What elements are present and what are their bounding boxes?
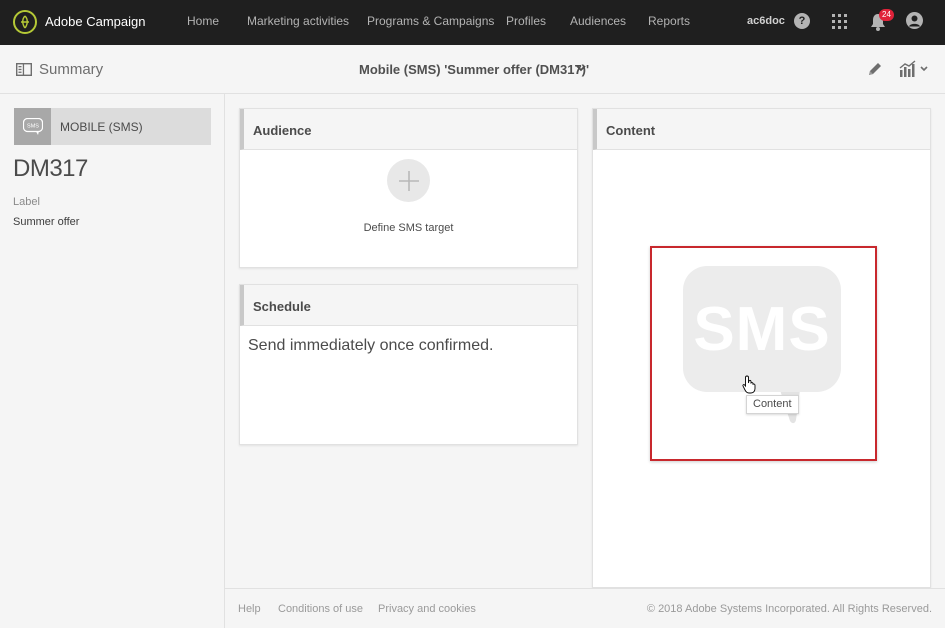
user-avatar-icon[interactable] bbox=[906, 12, 923, 29]
label-caption: Label bbox=[13, 196, 40, 208]
delivery-code: DM317 bbox=[13, 155, 88, 182]
schedule-card[interactable]: Schedule Send immediately once confirmed… bbox=[239, 284, 578, 445]
nav-home[interactable]: Home bbox=[187, 14, 219, 28]
summary-sidebar: SMS MOBILE (SMS) DM317 Label Summer offe… bbox=[0, 94, 225, 628]
copyright-text: © 2018 Adobe Systems Incorporated. All R… bbox=[646, 603, 932, 615]
channel-label: MOBILE (SMS) bbox=[60, 120, 143, 134]
sms-bubble-label: SMS bbox=[693, 294, 831, 364]
define-sms-target-link[interactable]: Define SMS target bbox=[240, 222, 577, 234]
hand-cursor-icon bbox=[742, 375, 756, 394]
audience-title: Audience bbox=[253, 123, 312, 138]
apps-grid-icon[interactable] bbox=[832, 14, 847, 29]
reports-chart-icon[interactable] bbox=[899, 60, 929, 78]
content-card-header: Content bbox=[593, 109, 930, 150]
username[interactable]: ac6doc bbox=[747, 15, 785, 27]
sub-header: Summary Mobile (SMS) 'Summer offer (DM31… bbox=[0, 45, 945, 94]
edit-pencil-icon[interactable] bbox=[867, 61, 883, 77]
top-bar: Adobe Campaign Home Marketing activities… bbox=[0, 0, 945, 45]
content-tooltip: Content bbox=[746, 395, 799, 414]
footer-conditions-link[interactable]: Conditions of use bbox=[278, 603, 363, 615]
footer-privacy-link[interactable]: Privacy and cookies bbox=[378, 603, 476, 615]
schedule-card-header: Schedule bbox=[240, 285, 577, 326]
app-title[interactable]: Adobe Campaign bbox=[45, 14, 145, 29]
channel-icon-text: SMS bbox=[27, 123, 39, 129]
adobe-campaign-logo-icon[interactable] bbox=[13, 10, 37, 34]
summary-panel-icon[interactable] bbox=[16, 63, 32, 76]
footer-help-link[interactable]: Help bbox=[238, 603, 261, 615]
audience-card: Audience Define SMS target bbox=[239, 108, 578, 268]
content-title: Content bbox=[606, 123, 656, 138]
add-audience-button[interactable] bbox=[387, 159, 430, 202]
summary-label[interactable]: Summary bbox=[39, 61, 103, 78]
sms-content-icon[interactable]: SMS bbox=[683, 266, 841, 392]
sms-channel-icon: SMS bbox=[14, 108, 51, 145]
plus-icon bbox=[398, 170, 419, 191]
schedule-title: Schedule bbox=[253, 299, 311, 314]
nav-marketing-activities[interactable]: Marketing activities bbox=[247, 14, 349, 28]
nav-audiences[interactable]: Audiences bbox=[570, 14, 626, 28]
nav-reports[interactable]: Reports bbox=[648, 14, 690, 28]
nav-programs-campaigns[interactable]: Programs & Campaigns bbox=[367, 14, 494, 28]
notification-badge: 24 bbox=[879, 9, 894, 21]
help-icon[interactable]: ? bbox=[794, 13, 810, 29]
sms-bubble-small-icon: SMS bbox=[22, 117, 43, 135]
schedule-text: Send immediately once confirmed. bbox=[248, 337, 494, 354]
channel-chip: SMS MOBILE (SMS) bbox=[14, 108, 211, 145]
chevron-down-icon[interactable] bbox=[576, 65, 586, 72]
page-title[interactable]: Mobile (SMS) 'Summer offer (DM317)' bbox=[359, 62, 589, 77]
nav-profiles[interactable]: Profiles bbox=[506, 14, 546, 28]
audience-card-header: Audience bbox=[240, 109, 577, 150]
label-value: Summer offer bbox=[13, 216, 80, 228]
footer: Help Conditions of use Privacy and cooki… bbox=[225, 588, 945, 628]
